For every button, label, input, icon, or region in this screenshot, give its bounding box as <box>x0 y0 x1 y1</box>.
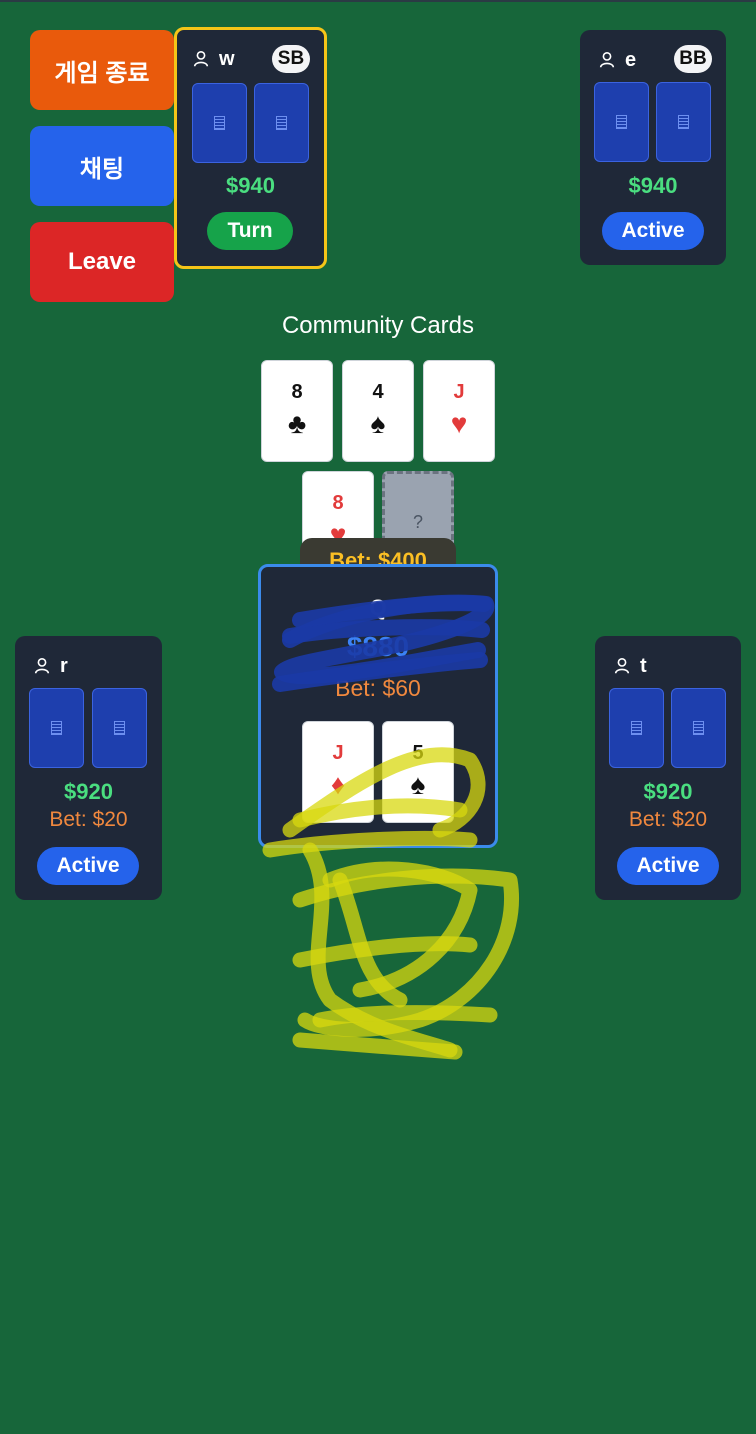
player-bet: Bet: $20 <box>49 808 128 831</box>
spade-suit-icon: ♠ <box>410 769 426 800</box>
card-back <box>29 688 84 768</box>
my-player-money: $880 <box>346 631 410 662</box>
heart-suit-icon: ♥ <box>450 408 468 439</box>
card-placeholder: ? <box>412 512 423 532</box>
my-player-bet: Bet: $60 <box>335 675 421 701</box>
player-name: e <box>625 48 637 71</box>
my-hole-card: J ♦ <box>302 721 374 823</box>
big-blind-badge: BB <box>674 45 712 73</box>
card-rank: 8 <box>291 381 303 403</box>
chat-button[interactable]: 채팅 <box>30 126 174 206</box>
player-seat-t: t $920 Bet: $20 Active <box>595 636 741 900</box>
turn-status-badge: Turn <box>207 212 293 250</box>
community-card: 4 ♠ <box>342 360 414 462</box>
player-name: r <box>60 654 68 677</box>
card-back <box>254 83 309 163</box>
card-back <box>192 83 247 163</box>
card-back <box>656 82 711 162</box>
card-back <box>594 82 649 162</box>
player-money: $940 <box>628 173 678 198</box>
community-card: J ♥ <box>423 360 495 462</box>
user-icon <box>614 657 630 674</box>
end-game-button[interactable]: 게임 종료 <box>30 30 174 110</box>
player-seat-w: w SB $940 Turn <box>174 27 327 269</box>
leave-button[interactable]: Leave <box>30 222 174 302</box>
my-hole-card: 5 ♠ <box>382 721 454 823</box>
club-suit-icon: ♣ <box>287 408 307 439</box>
card-rank: 8 <box>332 492 344 514</box>
player-bet: Bet: $20 <box>628 808 708 831</box>
player-name: t <box>640 654 647 677</box>
user-icon <box>34 657 50 674</box>
player-money: $940 <box>226 173 275 198</box>
small-blind-badge: SB <box>272 45 310 73</box>
user-icon <box>599 51 615 68</box>
card-back <box>92 688 147 768</box>
active-status-badge: Active <box>37 847 139 885</box>
spade-suit-icon: ♠ <box>370 408 386 439</box>
card-rank: J <box>332 742 344 764</box>
player-seat-r: r $920 Bet: $20 Active <box>15 636 162 900</box>
card-rank: 4 <box>372 381 384 403</box>
my-player-name: Q <box>369 595 387 620</box>
my-player-panel: Q $880 Bet: $60 J ♦ 5 ♠ <box>258 564 498 848</box>
top-border <box>0 0 756 2</box>
card-rank: 5 <box>412 742 424 764</box>
player-money: $920 <box>64 779 113 804</box>
active-status-badge: Active <box>617 847 719 885</box>
player-money: $920 <box>643 779 693 804</box>
community-cards-title: Community Cards <box>281 312 475 339</box>
user-icon <box>193 50 209 67</box>
player-name: w <box>219 47 235 70</box>
card-back <box>671 688 726 768</box>
active-status-badge: Active <box>602 212 704 250</box>
community-card: 8 ♣ <box>261 360 333 462</box>
diamond-suit-icon: ♦ <box>330 769 346 800</box>
card-rank: J <box>453 381 465 403</box>
card-back <box>609 688 664 768</box>
player-seat-e: e BB $940 Active <box>580 30 726 265</box>
